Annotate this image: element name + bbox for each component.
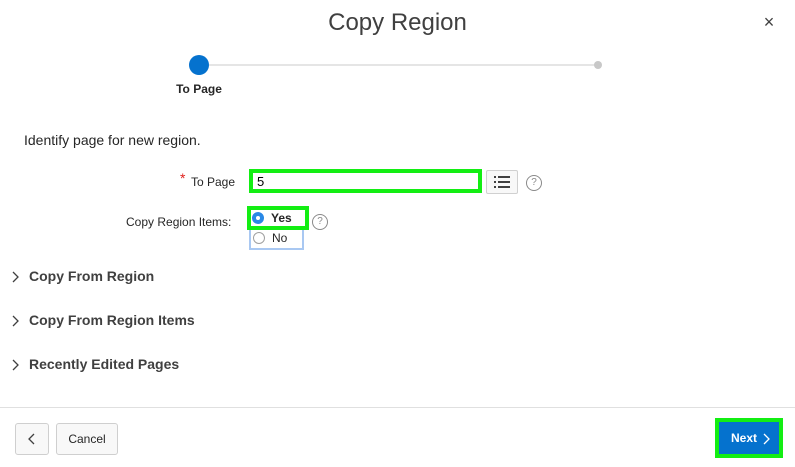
list-icon: [494, 176, 510, 188]
radio-no-label: No: [272, 231, 288, 245]
section-label: Copy From Region: [29, 268, 155, 284]
section-label: Recently Edited Pages: [29, 356, 180, 372]
copy-region-items-label: Copy Region Items:: [126, 215, 232, 229]
copy-region-items-help-icon[interactable]: ?: [312, 214, 328, 230]
to-page-help-icon[interactable]: ?: [526, 175, 542, 191]
list-of-values-button[interactable]: [486, 170, 518, 194]
next-button-label: Next: [731, 431, 758, 445]
wizard-step-label: To Page: [176, 82, 222, 96]
wizard-step-current: [189, 55, 209, 75]
radio-no-unchecked-icon: [253, 232, 265, 244]
next-button[interactable]: Next: [715, 418, 783, 458]
cancel-button[interactable]: Cancel: [56, 423, 118, 455]
radio-yes-checked-icon: [252, 212, 264, 224]
close-icon[interactable]: ×: [761, 12, 777, 32]
footer-divider: [0, 407, 795, 408]
back-button[interactable]: [15, 423, 49, 455]
chevron-left-icon: [28, 433, 35, 445]
dialog-title: Copy Region: [328, 9, 467, 36]
chevron-right-icon: [12, 359, 19, 371]
chevron-right-icon: [763, 433, 770, 445]
radio-yes-label: Yes: [271, 211, 292, 225]
chevron-right-icon: [12, 271, 19, 283]
chevron-right-icon: [12, 315, 19, 327]
to-page-label: To Page: [191, 175, 236, 189]
radio-option-no[interactable]: No: [249, 230, 304, 250]
wizard-progress-track: [209, 64, 598, 66]
to-page-input[interactable]: [249, 169, 482, 193]
required-marker: *: [180, 170, 186, 186]
wizard-step-last: [594, 61, 602, 69]
radio-option-yes[interactable]: Yes: [247, 206, 309, 230]
instructions-text: Identify page for new region.: [24, 132, 201, 148]
section-label: Copy From Region Items: [29, 312, 195, 328]
